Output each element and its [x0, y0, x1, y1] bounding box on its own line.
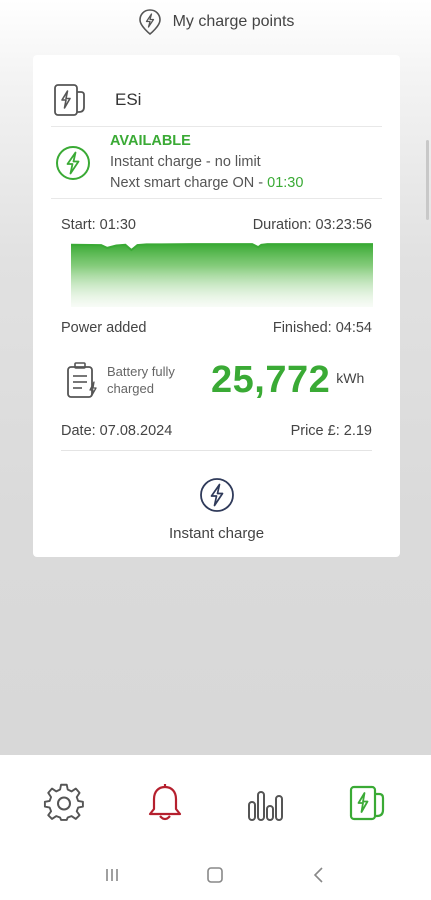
- session-date: Date: 07.08.2024: [61, 423, 173, 439]
- page-header: My charge points: [0, 0, 431, 44]
- home-icon: [207, 867, 224, 883]
- finished-time: Finished: 04:54: [272, 320, 372, 336]
- bolt-circle-icon: [199, 478, 234, 512]
- session-times: Start: 01:30 Duration: 03:23:56: [61, 217, 372, 233]
- charger-station-icon: [349, 785, 384, 820]
- status-label: AVAILABLE: [110, 133, 191, 149]
- next-smart-charge: Next smart charge ON - 01:30: [110, 173, 303, 194]
- page-title: My charge points: [172, 13, 295, 30]
- charger-status: AVAILABLE Instant charge - no limit Next…: [51, 127, 382, 199]
- back-icon: [314, 867, 323, 883]
- next-smart-charge-prefix: Next smart charge ON -: [110, 175, 268, 191]
- date-price-row: Date: 07.08.2024 Price £: 2.19: [61, 423, 372, 451]
- next-smart-charge-time: 01:30: [267, 175, 304, 191]
- energy-value: 25,772: [211, 358, 331, 401]
- power-row: Power added Finished: 04:54: [61, 320, 372, 336]
- tab-charge-points[interactable]: [337, 773, 397, 833]
- gear-icon: [44, 783, 85, 821]
- energy-summary: Battery fully charged 25,772 kWh: [63, 355, 372, 405]
- bar-chart-icon: [247, 790, 283, 821]
- instant-charge-label: Instant charge: [168, 525, 265, 542]
- start-time: Start: 01:30: [61, 217, 136, 233]
- home-button[interactable]: [195, 855, 235, 895]
- chart-area: [71, 244, 373, 307]
- charge-point-card: ESi AVAILABLE Instant charge - no limit …: [33, 55, 400, 557]
- scrollbar[interactable]: [426, 140, 429, 220]
- bolt-circle-icon: [56, 145, 90, 180]
- charging-curve-chart: [71, 243, 373, 307]
- divider: [61, 450, 372, 451]
- battery-charged-icon: [67, 362, 97, 398]
- tab-statistics[interactable]: [236, 773, 296, 833]
- location-bolt-icon: [138, 9, 161, 36]
- back-button[interactable]: [299, 855, 339, 895]
- tab-settings[interactable]: [34, 773, 94, 833]
- instant-charge-button[interactable]: Instant charge: [33, 475, 400, 542]
- charger-station-icon: [54, 83, 85, 116]
- power-added-label: Power added: [61, 320, 147, 336]
- charge-mode-text: Instant charge - no limit: [110, 154, 261, 170]
- energy-unit: kWh: [336, 370, 365, 386]
- tab-notifications[interactable]: [135, 773, 195, 833]
- session-price: Price £: 2.19: [290, 423, 372, 439]
- battery-status-text: Battery fully charged: [107, 364, 175, 396]
- recents-button[interactable]: [92, 855, 132, 895]
- system-navigation-bar: [0, 850, 431, 900]
- duration: Duration: 03:23:56: [252, 217, 372, 233]
- charger-name: ESi: [115, 89, 142, 109]
- bottom-tab-bar: [0, 755, 431, 850]
- bell-icon: [149, 783, 182, 820]
- charger-header[interactable]: ESi: [51, 73, 382, 127]
- recents-icon: [106, 869, 118, 881]
